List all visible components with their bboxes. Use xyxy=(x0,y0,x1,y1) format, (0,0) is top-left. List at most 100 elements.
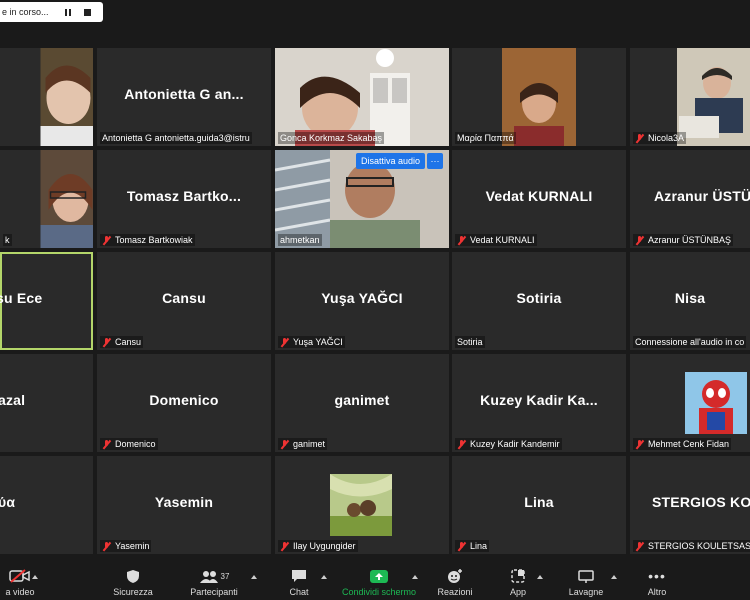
participant-tile[interactable]: Yuşa YAĞCI Yuşa YAĞCI xyxy=(275,252,449,350)
participant-label: Yasemin xyxy=(100,540,152,552)
mic-muted-icon xyxy=(635,133,644,143)
avatar xyxy=(685,372,747,434)
top-bar: e in corso... xyxy=(0,0,750,30)
participant-tile[interactable]: Tomasz Bartko... Tomasz Bartkowiak xyxy=(97,150,271,248)
participant-label: Gonca Korkmaz Sakabaş xyxy=(278,132,385,144)
participant-name-large: ganimet xyxy=(334,392,390,408)
chat-button[interactable]: Chat xyxy=(282,565,316,597)
participant-tile[interactable]: ύα xyxy=(0,456,93,554)
participant-label: Azranur ÜSTÜNBAŞ xyxy=(633,234,734,246)
participant-tile[interactable]: Antonietta G an... Antonietta G antoniet… xyxy=(97,48,271,146)
participant-video xyxy=(40,48,93,146)
participant-label: Cansu xyxy=(100,336,144,348)
participant-name-large: Tomasz Bartko... xyxy=(126,188,242,204)
share-screen-button[interactable]: Condividi schermo xyxy=(338,565,420,597)
mic-muted-icon xyxy=(280,337,289,347)
participant-name: Azranur ÜSTÜNBAŞ xyxy=(648,235,732,245)
participant-name-large: STERGIOS KO xyxy=(652,494,750,510)
share-screen-label: Condividi schermo xyxy=(341,587,417,597)
participant-tile[interactable]: Mehmet Cenk Fidan xyxy=(630,354,750,452)
pause-recording-button[interactable] xyxy=(59,4,77,20)
participants-options-caret[interactable] xyxy=(251,575,257,579)
participant-name: Yuşa YAĞCI xyxy=(293,337,343,347)
participant-tile[interactable]: Kuzey Kadir Ka... Kuzey Kadir Kandemir xyxy=(452,354,626,452)
security-label: Sicurezza xyxy=(113,587,153,597)
participants-icon xyxy=(199,570,218,583)
participant-name: Vedat KURNALI xyxy=(470,235,535,245)
participant-name: Antonietta G antonietta.guida3@istru xyxy=(102,133,250,143)
mic-muted-icon xyxy=(457,541,466,551)
participants-button[interactable]: 37 Partecipanti xyxy=(185,565,243,597)
participant-name-large: su Ece xyxy=(0,290,43,306)
participant-label: Nicola3A xyxy=(633,132,687,144)
participant-tile[interactable]: Cansu Cansu xyxy=(97,252,271,350)
participant-name-large: Domenico xyxy=(149,392,219,408)
participant-hover-menu: Disattiva audio ··· xyxy=(356,153,444,169)
whiteboard-icon xyxy=(578,569,594,583)
participant-label: ahmetkan xyxy=(278,234,322,246)
more-options-button[interactable]: ··· xyxy=(427,153,444,169)
video-button[interactable]: a video xyxy=(0,565,40,597)
participant-name-large: Yasemin xyxy=(154,494,214,510)
chat-icon xyxy=(292,570,306,582)
participant-tile[interactable]: Nicola3A xyxy=(630,48,750,146)
share-options-caret[interactable] xyxy=(412,575,418,579)
reactions-button[interactable]: Reazioni xyxy=(434,565,476,597)
participant-name-large: Vedat KURNALI xyxy=(485,188,593,204)
participant-tile[interactable]: Yasemin Yasemin xyxy=(97,456,271,554)
participant-tile[interactable]: azal xyxy=(0,354,93,452)
recording-text: e in corso... xyxy=(2,7,49,17)
participant-name: ahmetkan xyxy=(280,235,320,245)
more-label: Altro xyxy=(647,587,667,597)
whiteboards-label: Lavagne xyxy=(568,587,604,597)
participant-tile[interactable]: Ilay Uygungider xyxy=(275,456,449,554)
avatar xyxy=(330,474,392,536)
video-options-caret[interactable] xyxy=(32,575,38,579)
participant-tile[interactable]: Sotiria Sotiria xyxy=(452,252,626,350)
participant-tile-active-speaker[interactable]: su Ece xyxy=(0,252,93,350)
chat-options-caret[interactable] xyxy=(321,575,327,579)
participant-name: Μαρία Παππά xyxy=(457,133,514,143)
participant-video xyxy=(40,150,93,248)
whiteboards-options-caret[interactable] xyxy=(611,575,617,579)
participant-label: Lina xyxy=(455,540,490,552)
participant-tile[interactable] xyxy=(0,48,93,146)
participant-tile[interactable]: Gonca Korkmaz Sakabaş xyxy=(275,48,449,146)
participant-tile[interactable]: ganimet ganimet xyxy=(275,354,449,452)
security-button[interactable]: Sicurezza xyxy=(108,565,158,597)
participant-tile[interactable]: STERGIOS KO STERGIOS KOULETSAS xyxy=(630,456,750,554)
participant-name: Sotiria xyxy=(457,337,483,347)
participant-name: Gonca Korkmaz Sakabaş xyxy=(280,133,383,143)
ellipsis-icon: ••• xyxy=(648,568,666,584)
participant-name: STERGIOS KOULETSAS xyxy=(648,541,750,551)
participant-tile[interactable]: Domenico Domenico xyxy=(97,354,271,452)
more-button[interactable]: ••• Altro xyxy=(642,565,672,597)
stop-icon xyxy=(84,8,92,16)
apps-options-caret[interactable] xyxy=(537,575,543,579)
participant-tile[interactable]: Vedat KURNALI Vedat KURNALI xyxy=(452,150,626,248)
mic-muted-icon xyxy=(102,439,111,449)
participants-count: 37 xyxy=(220,571,230,581)
participant-tile[interactable]: Μαρία Παππά xyxy=(452,48,626,146)
participant-label: Ilay Uygungider xyxy=(278,540,358,552)
reactions-icon xyxy=(448,569,462,583)
mic-muted-icon xyxy=(635,541,644,551)
mic-muted-icon xyxy=(280,541,289,551)
stop-recording-button[interactable] xyxy=(79,4,97,20)
participant-tile[interactable]: k xyxy=(0,150,93,248)
apps-button[interactable]: App xyxy=(505,565,531,597)
mute-audio-button[interactable]: Disattiva audio xyxy=(356,153,426,169)
participant-label: Yuşa YAĞCI xyxy=(278,336,345,348)
participant-tile[interactable]: Nisa Connessione all'audio in co xyxy=(630,252,750,350)
participant-tile[interactable]: Azranur ÜSTÜ Azranur ÜSTÜNBAŞ xyxy=(630,150,750,248)
participant-label: k xyxy=(3,234,12,246)
whiteboards-button[interactable]: Lavagne xyxy=(566,565,606,597)
mic-muted-icon xyxy=(102,541,111,551)
participant-label: Connessione all'audio in co xyxy=(633,336,747,348)
participant-label: Mehmet Cenk Fidan xyxy=(633,438,732,450)
mic-muted-icon xyxy=(457,439,466,449)
recording-indicator: e in corso... xyxy=(0,2,103,22)
participant-tile[interactable]: Lina Lina xyxy=(452,456,626,554)
participant-name-large: Sotiria xyxy=(516,290,562,306)
participant-name-large: Yuşa YAĞCI xyxy=(321,290,403,306)
